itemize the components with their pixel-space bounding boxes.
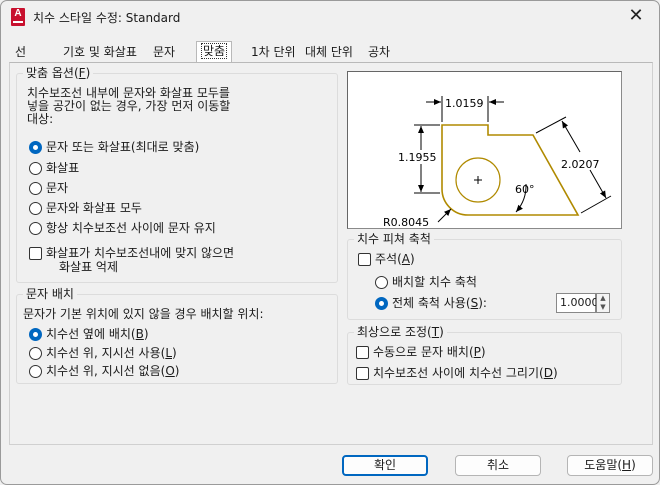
- radio-over-with-leader[interactable]: [29, 347, 42, 360]
- right-dim-line-up: [561, 120, 581, 153]
- close-icon[interactable]: ✕: [621, 5, 651, 29]
- overall-scale-spinner[interactable]: ▲ ▼: [596, 293, 610, 313]
- radio-beside-dim-line-label: 치수선 옆에 배치(B): [46, 327, 149, 341]
- scale-title: 치수 피쳐 축척: [354, 232, 434, 246]
- cancel-button[interactable]: 취소: [455, 455, 541, 476]
- right-dim-line-down: [589, 169, 607, 199]
- dim-top-text: 1.0159: [445, 97, 484, 110]
- radio-text-label: 문자: [46, 181, 69, 195]
- draw-dim-line-between-checkbox[interactable]: [356, 367, 369, 380]
- radio-overall-scale-label: 전체 축척 사용(S):: [392, 296, 487, 310]
- radio-text-and-arrows[interactable]: [29, 202, 42, 215]
- fit-preview-pane: 1.0159 1.1955 2.0207 60° R0.8045: [347, 71, 622, 229]
- annotative-checkbox[interactable]: [358, 253, 371, 266]
- radio-scale-to-layout[interactable]: [375, 276, 388, 289]
- text-placement-description: 문자가 기본 위치에 있지 않을 경우 배치할 위치:: [23, 307, 264, 321]
- fine-tuning-group: 최상으로 조정(T) 수동으로 문자 배치(P) 치수보조선 사이에 치수선 그…: [347, 325, 622, 385]
- fit-preview-drawing: 1.0159 1.1955 2.0207 60° R0.8045: [383, 96, 612, 229]
- radio-arrows[interactable]: [29, 162, 42, 175]
- place-text-manually-checkbox[interactable]: [356, 346, 369, 359]
- tab-alternate-units[interactable]: 대체 단위: [301, 43, 357, 63]
- radio-over-without-leader-label: 치수선 위, 지시선 없음(O): [46, 364, 180, 378]
- part-outline: [441, 124, 580, 216]
- tab-fit[interactable]: 맞춤: [196, 41, 233, 63]
- right-ext-bottom: [580, 195, 612, 214]
- tab-lines[interactable]: 선: [11, 43, 30, 63]
- draw-dim-line-between-label: 치수보조선 사이에 치수선 그리기(D): [373, 366, 558, 380]
- text-placement-title: 문자 배치: [23, 287, 77, 301]
- dim-right-text: 2.0207: [561, 158, 600, 171]
- overall-scale-input[interactable]: 1.0000: [556, 293, 599, 313]
- radio-text-or-arrows[interactable]: [29, 141, 42, 154]
- radius-text: R0.8045: [383, 216, 429, 228]
- tab-text[interactable]: 문자: [149, 43, 179, 63]
- fit-options-title: 맞춤 옵션(F): [23, 66, 94, 80]
- tab-tolerances[interactable]: 공차: [364, 43, 394, 63]
- spin-down-icon[interactable]: ▼: [597, 303, 609, 312]
- ok-button[interactable]: 확인: [342, 455, 428, 476]
- radio-over-without-leader[interactable]: [29, 365, 42, 378]
- fit-description-line2: 넣을 공간이 없는 경우, 가장 먼저 이동할: [27, 99, 231, 113]
- radio-overall-scale[interactable]: [375, 297, 388, 310]
- fine-tuning-title: 최상으로 조정(T): [354, 325, 447, 339]
- radio-scale-to-layout-label: 배치할 치수 축척: [392, 275, 477, 289]
- help-button[interactable]: 도움말(H): [567, 455, 653, 476]
- fit-options-group: 맞춤 옵션(F) 치수보조선 내부에 문자와 화살표 모두를 넣을 공간이 없는…: [16, 66, 338, 283]
- autocad-app-icon: A: [11, 8, 25, 26]
- tab-symbols-arrows[interactable]: 기호 및 화살표: [59, 43, 141, 63]
- fit-tab-panel: 맞춤 옵션(F) 치수보조선 내부에 문자와 화살표 모두를 넣을 공간이 없는…: [9, 62, 653, 445]
- tab-fit-label: 맞춤: [201, 43, 228, 59]
- fit-description-line3: 대상:: [27, 112, 54, 126]
- title-bar[interactable]: A 치수 스타일 수정: Standard ✕: [1, 1, 659, 33]
- angle-text: 60°: [515, 183, 535, 196]
- window-title: 치수 스타일 수정: Standard: [33, 11, 181, 25]
- suppress-arrows-checkbox[interactable]: [29, 247, 42, 260]
- dialog-window: A 치수 스타일 수정: Standard ✕ 선 기호 및 화살표 문자 맞춤…: [0, 0, 660, 485]
- tab-strip: 선 기호 및 화살표 문자 맞춤 1차 단위 대체 단위 공차: [9, 41, 649, 63]
- text-placement-group: 문자 배치 문자가 기본 위치에 있지 않을 경우 배치할 위치: 치수선 옆에…: [16, 287, 338, 384]
- place-text-manually-label: 수동으로 문자 배치(P): [373, 345, 486, 359]
- radio-over-with-leader-label: 치수선 위, 지시선 사용(L): [46, 346, 177, 360]
- suppress-arrows-label-line2: 화살표 억제: [59, 260, 119, 274]
- spin-up-icon[interactable]: ▲: [597, 294, 609, 303]
- dim-left-text: 1.1955: [398, 151, 437, 164]
- radius-leader: [437, 208, 452, 223]
- radio-text[interactable]: [29, 182, 42, 195]
- suppress-arrows-label-line1: 화살표가 치수보조선내에 맞지 않으면: [46, 246, 235, 260]
- radio-keep-text-between[interactable]: [29, 222, 42, 235]
- radio-text-and-arrows-label: 문자와 화살표 모두: [46, 201, 142, 215]
- right-ext-top: [535, 116, 567, 134]
- radio-arrows-label: 화살표: [46, 161, 80, 175]
- annotative-label: 주석(A): [375, 252, 415, 266]
- tab-primary-units[interactable]: 1차 단위: [247, 43, 300, 63]
- radio-text-or-arrows-label: 문자 또는 화살표(최대로 맞춤): [46, 140, 200, 154]
- radio-beside-dim-line[interactable]: [29, 328, 42, 341]
- radio-keep-text-between-label: 항상 치수보조선 사이에 문자 유지: [46, 221, 216, 235]
